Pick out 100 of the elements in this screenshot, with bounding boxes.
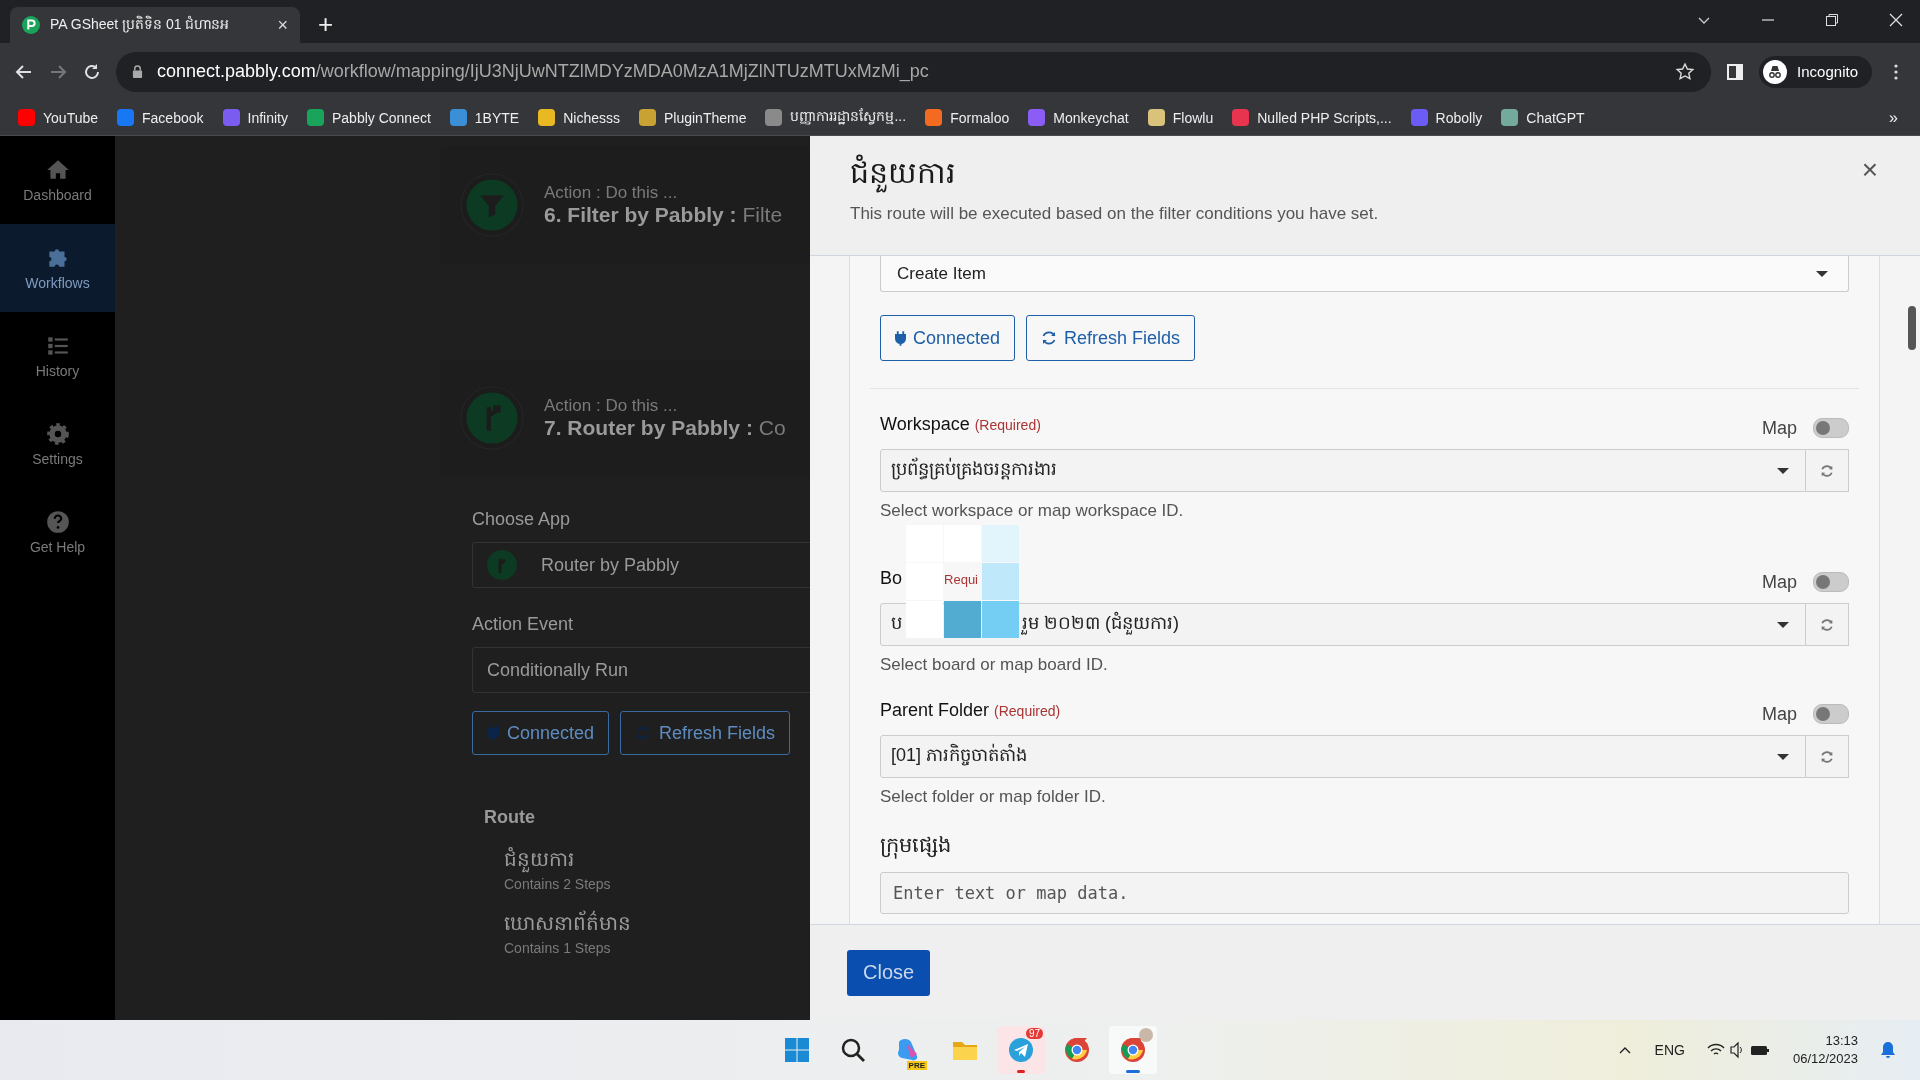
clock[interactable]: 13:13 06/12/2023 [1792,1032,1858,1068]
url-text: connect.pabbly.com/workflow/mapping/IjU3NjUwNTZlMDYzMDA0MzA1MjZlNTUzMTUxMzMi_pc [157,61,930,82]
refresh-icon [1820,749,1834,764]
caret-icon [1777,621,1789,628]
chrome-icon [1119,1036,1147,1064]
board-select[interactable]: ប រួម ២០២៣ (ជំនួយការ) [880,603,1806,646]
map-toggle[interactable] [1813,418,1849,438]
text-input-field[interactable]: Enter text or map data. [880,872,1849,914]
field-label: ក្រុមផ្សេង [880,831,1849,862]
map-toggle[interactable] [1813,572,1849,592]
bookmark[interactable]: Formaloo [925,109,1010,126]
sidebar-item[interactable]: Get Help [0,488,115,576]
field-label: Bo [880,567,903,589]
taskbar-app[interactable]: PRE [885,1026,933,1074]
modal-subtitle: This route will be executed based on the filter conditions you have set. [850,204,1379,224]
bookmark[interactable]: Facebook [117,109,204,126]
connected-button[interactable]: Connected [472,711,610,755]
map-label: Map [1762,571,1797,593]
side-panel-icon[interactable] [1725,61,1746,82]
bookmark[interactable]: PluginTheme [638,109,747,126]
sidebar-item[interactable]: Dashboard [0,136,115,224]
plug-icon [895,330,906,346]
tab-title: PA GSheet ប្រតិទិន 01 ជំហានអ [50,14,231,35]
refresh-fields-button[interactable]: Refresh Fields [1026,315,1196,361]
notification-bell-icon[interactable] [1880,1041,1896,1059]
bookmark[interactable]: Infinity [222,109,288,126]
action-event-select[interactable]: Create Item [880,256,1849,292]
bookmark[interactable]: Monkeychat [1028,109,1129,126]
dropdown-select[interactable]: ប្រព័ន្ធគ្រប់គ្រងចរន្តការងារ [880,449,1806,492]
route-item[interactable]: ជំនួយការ Contains 2 Steps [472,846,810,892]
caret-icon [1777,753,1789,760]
map-label: Map [1762,703,1797,725]
restore-icon[interactable] [1824,12,1840,28]
sidebar-item[interactable]: Settings [0,400,115,488]
route-heading: Route [484,807,536,828]
telegram-icon [1007,1036,1035,1064]
refresh-icon [1041,330,1058,346]
sidebar-item[interactable]: History [0,312,115,400]
refresh-fields-button[interactable]: Refresh Fields [620,711,791,755]
close-icon[interactable] [1888,12,1904,28]
scrollbar-thumb[interactable] [1908,306,1916,350]
close-button[interactable]: Close [847,949,931,996]
step-title: 7. Router by Pabbly : Co [544,416,786,440]
map-label: Map [1762,417,1797,439]
branch-icon [487,550,517,580]
chrome-icon [1063,1036,1091,1064]
bookmark[interactable]: ChatGPT [1501,109,1585,126]
branch-icon [460,386,524,450]
dropdown-select[interactable]: [01] ភារកិច្ចចាត់តាំង [880,735,1806,778]
taskbar-app[interactable]: 97 [997,1026,1045,1074]
windows-icon [783,1036,811,1064]
step-caption: Action : Do this ... [544,396,679,416]
system-tray-icons[interactable] [1706,1041,1771,1059]
bookmark[interactable]: 1BYTE [449,109,520,126]
browser-tab[interactable]: PA GSheet ប្រតិទិន 01 ជំហានអ × [10,7,300,43]
taskbar-app[interactable] [1109,1026,1157,1074]
refresh-icon [1820,463,1834,478]
bookmark[interactable]: YouTube [18,109,98,126]
field-label: Action Event [472,614,575,635]
sidebar-item[interactable]: Workflows [0,224,115,312]
field-label: Choose App [472,509,572,530]
funnel-icon [460,173,524,237]
map-toggle[interactable] [1813,704,1849,724]
required-label: (Required) [974,416,1041,433]
step-title: 6. Filter by Pabbly : Filte [544,203,783,227]
bookmark[interactable]: Nulled PHP Scripts,... [1232,109,1392,126]
refresh-icon [1820,617,1834,632]
settings-icon [44,421,71,447]
bookmark[interactable]: Pabbly Connect [306,109,431,126]
field-help-text: Select folder or map folder ID. [880,787,1107,807]
app-select[interactable]: Router by Pabbly [472,542,810,588]
bookmark-star-icon[interactable] [1675,61,1696,82]
address-bar[interactable]: connect.pabbly.com/workflow/mapping/IjU3NjUwNTZlMDYzMDA0MzA1MjZlNTUzMTUxMzMi_pc [116,51,1712,92]
close-button[interactable]: × [1861,154,1878,186]
connected-button[interactable]: Connected [880,315,1016,361]
caret-icon [1777,467,1789,474]
language-indicator[interactable]: ENG [1654,1042,1685,1058]
event-select[interactable]: Conditionally Run [472,647,810,693]
tab-close-button[interactable]: × [277,14,288,36]
search-icon [839,1036,867,1064]
field-help-text: Select board or map board ID. [880,655,1109,675]
pabbly-logo-icon [22,16,40,34]
step-caption: Action : Do this ... [544,183,679,203]
help-icon [44,509,71,535]
bookmark[interactable]: Flowlu [1147,109,1214,126]
incognito-icon [1763,59,1788,84]
field-label: Parent Folder [880,699,990,721]
plug-icon [487,725,499,741]
field-help-text: Select workspace or map workspace ID. [880,501,1185,521]
bookmark[interactable]: Robolly [1410,109,1483,126]
incognito-profile-button[interactable]: Incognito [1759,55,1872,88]
field-label: Workspace [880,413,970,435]
more-bookmarks-button[interactable]: » [1889,108,1898,127]
new-tab-button[interactable]: + [318,11,334,37]
bookmark[interactable]: Nichesss [538,109,620,126]
required-label: (Required) [994,702,1061,719]
modal-title: ជំនួយការ [850,154,956,198]
route-item[interactable]: ឃោសនាព័ត៌មាន Contains 1 Steps [472,910,810,956]
caret-icon [1816,270,1828,277]
bookmark[interactable]: បញ្ញាការរដ្ឋានស្វែកម្ម... [765,107,907,128]
